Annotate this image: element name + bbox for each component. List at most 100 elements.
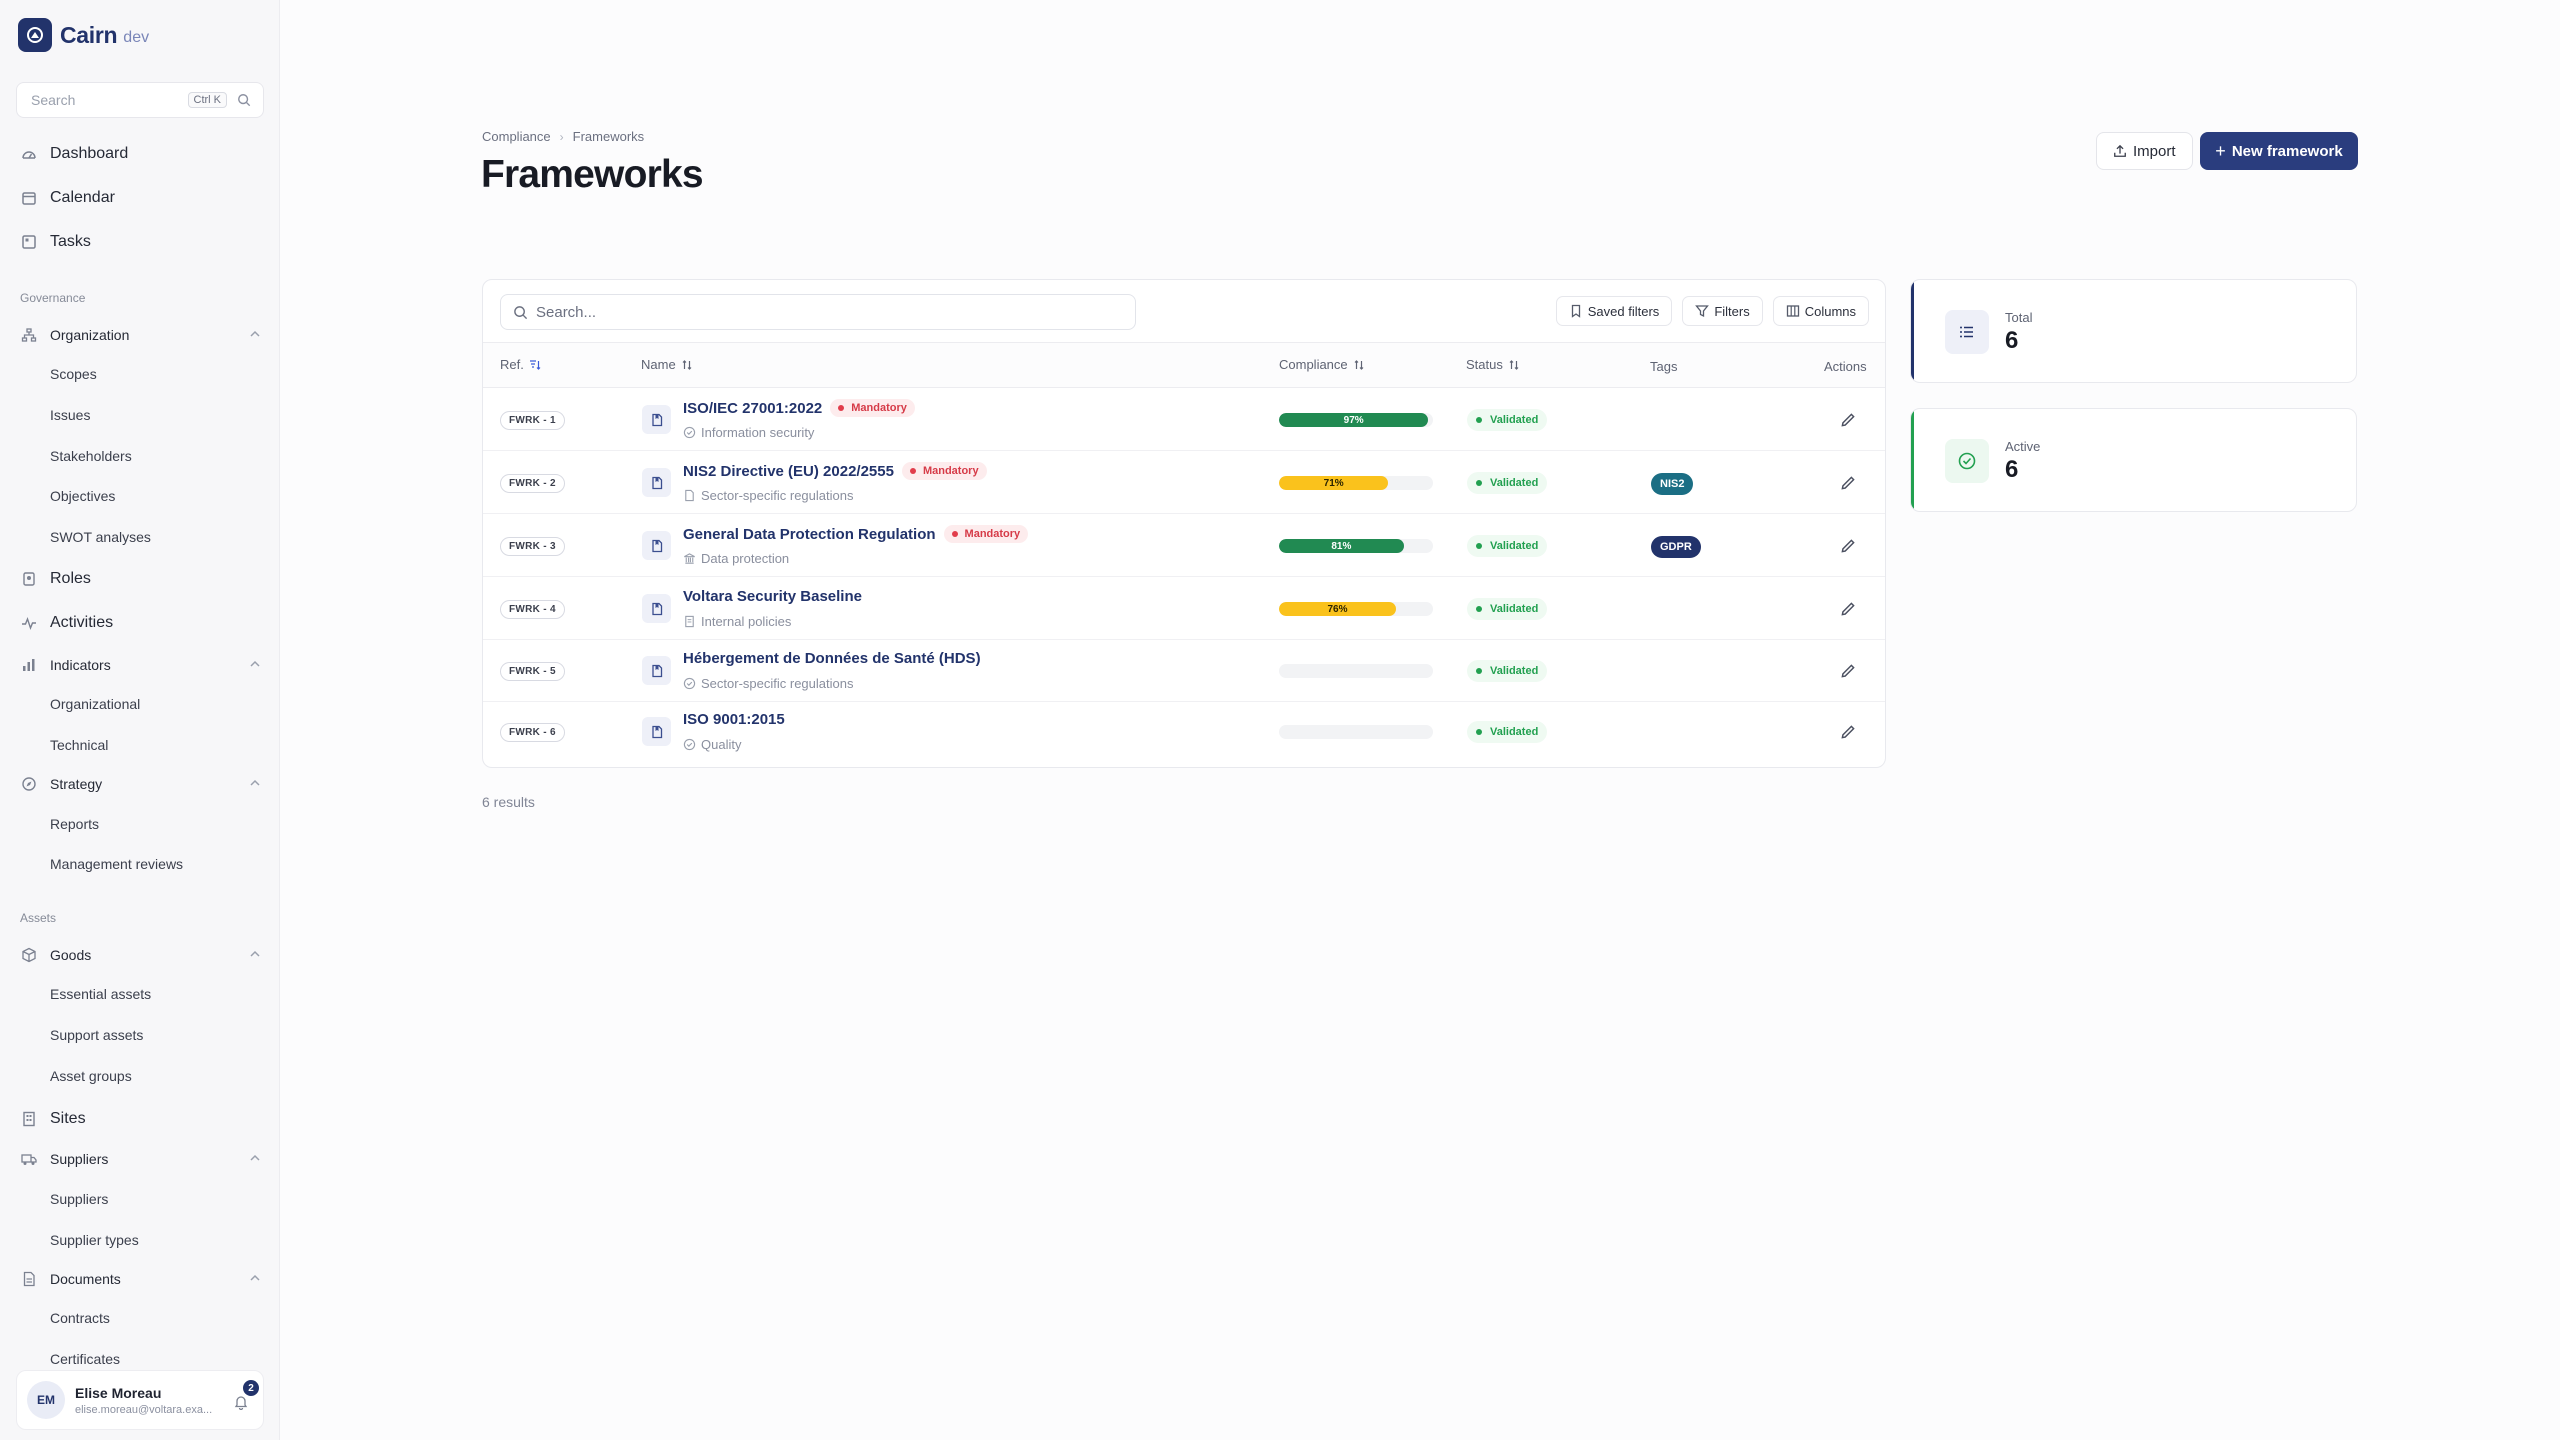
mandatory-badge: Mandatory [943, 525, 1029, 543]
framework-category-label: Internal policies [701, 614, 792, 629]
table-search-input[interactable]: Search... [500, 294, 1136, 330]
framework-name-link[interactable]: ISO 9001:2015 [683, 711, 785, 728]
breadcrumb-compliance[interactable]: Compliance [482, 129, 551, 144]
saved-filters-button[interactable]: Saved filters [1555, 296, 1673, 326]
framework-name-link[interactable]: Voltara Security Baseline [683, 588, 862, 605]
tag-badge[interactable]: NIS2 [1651, 473, 1694, 495]
page-title: Frameworks [481, 153, 704, 196]
user-menu[interactable]: EM Elise Moreau elise.moreau@voltara.exa… [16, 1370, 264, 1430]
column-header-status[interactable]: Status [1466, 357, 1520, 372]
bookmark-icon [1571, 304, 1580, 318]
framework-document-icon [642, 405, 671, 434]
sidebar-item-label: Sites [50, 1110, 86, 1127]
table-row[interactable]: FWRK - 6 ISO 9001:2015 Quality Validated [483, 701, 1885, 763]
stat-accent [1911, 280, 1914, 382]
import-button-label: Import [2133, 142, 2176, 160]
sidebar-item-dashboard[interactable]: Dashboard [20, 140, 128, 168]
status-dot [1476, 480, 1482, 486]
sidebar-item-contracts[interactable]: Contracts [50, 1307, 110, 1329]
brand[interactable]: Cairn dev [18, 18, 149, 52]
chevron-right-icon: › [559, 129, 564, 144]
sidebar-item-support-assets[interactable]: Support assets [50, 1024, 143, 1046]
import-button[interactable]: Import [2096, 132, 2193, 170]
column-header-ref[interactable]: Ref. [500, 357, 541, 372]
column-header-compliance[interactable]: Compliance [1279, 357, 1365, 372]
sidebar-item-supplier-types[interactable]: Supplier types [50, 1229, 139, 1251]
sidebar-item-certificates[interactable]: Certificates [50, 1348, 120, 1370]
sidebar-group-indicators[interactable]: Indicators [20, 651, 260, 679]
framework-name-link[interactable]: Hébergement de Données de Santé (HDS) [683, 650, 981, 667]
sort-filter-icon [529, 359, 541, 370]
status-label: Validated [1490, 414, 1539, 426]
table-row[interactable]: FWRK - 1 ISO/IEC 27001:2022 Mandatory In… [483, 389, 1885, 451]
filters-button[interactable]: Filters [1682, 296, 1763, 326]
edit-pencil-icon[interactable] [1839, 600, 1857, 618]
sidebar-item-objectives[interactable]: Objectives [50, 485, 115, 507]
new-framework-button[interactable]: + New framework [2200, 132, 2358, 170]
edit-pencil-icon[interactable] [1839, 474, 1857, 492]
sidebar-group-documents[interactable]: Documents [20, 1265, 260, 1293]
sidebar-item-calendar[interactable]: Calendar [20, 184, 115, 212]
sidebar-item-reports[interactable]: Reports [50, 813, 99, 835]
ref-chip: FWRK - 3 [500, 537, 565, 556]
edit-pencil-icon[interactable] [1839, 723, 1857, 741]
edit-pencil-icon[interactable] [1839, 537, 1857, 555]
sidebar-item-swot-analyses[interactable]: SWOT analyses [50, 526, 151, 548]
sidebar-group-strategy[interactable]: Strategy [20, 770, 260, 798]
sidebar-item-essential-assets[interactable]: Essential assets [50, 983, 151, 1005]
sidebar-item-scopes[interactable]: Scopes [50, 363, 97, 385]
sidebar-item-roles[interactable]: Roles [20, 565, 91, 593]
table-row[interactable]: FWRK - 2 NIS2 Directive (EU) 2022/2555 M… [483, 452, 1885, 514]
status-badge: Validated [1467, 721, 1548, 743]
edit-pencil-icon[interactable] [1839, 662, 1857, 680]
chevron-up-icon [250, 1274, 260, 1281]
upload-icon [2114, 144, 2126, 157]
framework-name-link[interactable]: NIS2 Directive (EU) 2022/2555 [683, 463, 894, 480]
table-row[interactable]: FWRK - 5 Hébergement de Données de Santé… [483, 640, 1885, 702]
sidebar-search-input[interactable]: Search Ctrl K [16, 82, 264, 118]
status-label: Validated [1490, 477, 1539, 489]
compass-icon [20, 775, 38, 793]
stat-accent [1911, 409, 1914, 511]
check-circle-icon [1945, 439, 1989, 483]
status-badge: Validated [1467, 409, 1548, 431]
notifications-button[interactable]: 2 [233, 1380, 259, 1411]
sidebar-group-suppliers[interactable]: Suppliers [20, 1145, 260, 1173]
sidebar-group-organization[interactable]: Organization [20, 321, 260, 349]
status-label: Validated [1490, 726, 1539, 738]
sidebar-item-asset-groups[interactable]: Asset groups [50, 1065, 132, 1087]
sidebar-item-stakeholders[interactable]: Stakeholders [50, 445, 132, 467]
chevron-up-icon [250, 950, 260, 957]
sidebar-item-tasks[interactable]: Tasks [20, 228, 91, 256]
ref-chip: FWRK - 6 [500, 723, 565, 742]
status-dot [951, 531, 958, 537]
sidebar-item-activities[interactable]: Activities [20, 609, 113, 637]
column-header-name[interactable]: Name [641, 357, 693, 372]
tag-badge[interactable]: GDPR [1651, 536, 1701, 558]
sidebar-group-goods[interactable]: Goods [20, 941, 260, 969]
breadcrumb: Compliance › Frameworks [482, 129, 644, 144]
breadcrumb-frameworks[interactable]: Frameworks [573, 129, 645, 144]
sidebar-item-sites[interactable]: Sites [20, 1105, 86, 1133]
stat-value: 6 [2005, 456, 2019, 483]
sort-icon [682, 359, 692, 370]
sidebar-item-management-reviews[interactable]: Management reviews [50, 853, 183, 875]
edit-pencil-icon[interactable] [1839, 411, 1857, 429]
bar-chart-icon [20, 656, 38, 674]
notification-count-badge: 2 [243, 1380, 259, 1396]
sidebar-item-technical[interactable]: Technical [50, 734, 108, 756]
table-row[interactable]: FWRK - 4 Voltara Security Baseline Inter… [483, 578, 1885, 640]
filter-icon [1695, 305, 1710, 318]
sidebar-item-organizational[interactable]: Organizational [50, 693, 140, 715]
framework-name-link[interactable]: General Data Protection Regulation [683, 526, 936, 543]
columns-button[interactable]: Columns [1772, 296, 1869, 326]
shield-check-icon [683, 677, 696, 690]
table-row[interactable]: FWRK - 3 General Data Protection Regulat… [483, 515, 1885, 577]
framework-name-link[interactable]: ISO/IEC 27001:2022 [683, 400, 822, 417]
framework-category-label: Information security [701, 425, 815, 440]
status-dot [1476, 668, 1482, 674]
sidebar-item-suppliers[interactable]: Suppliers [50, 1188, 108, 1210]
sidebar-item-issues[interactable]: Issues [50, 404, 90, 426]
calendar-icon [20, 189, 38, 207]
compliance-progress-bar [1279, 664, 1433, 678]
